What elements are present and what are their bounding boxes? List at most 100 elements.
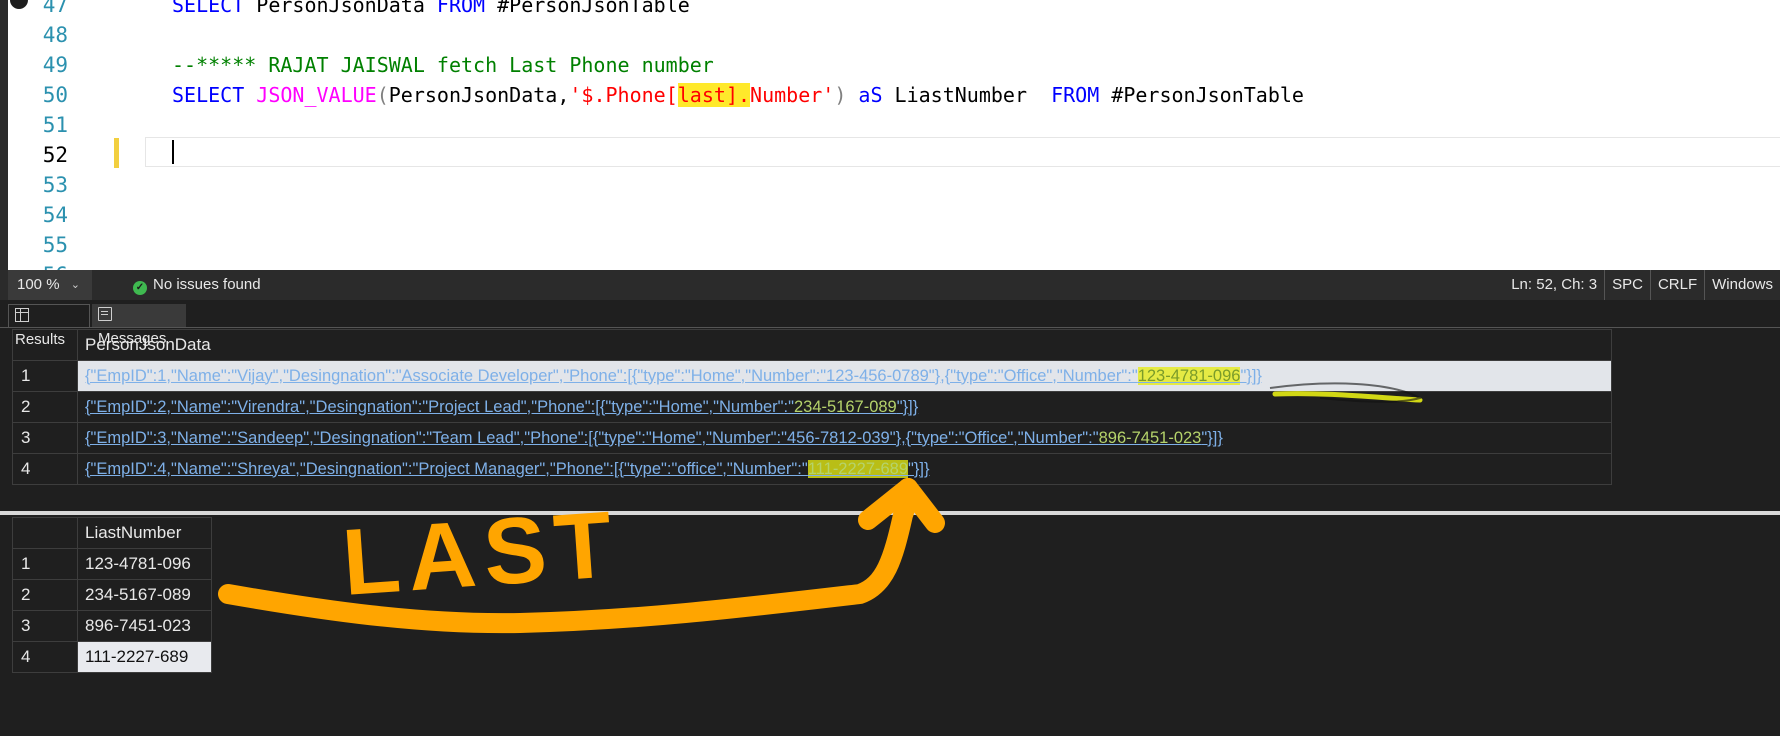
string-literal: ]. bbox=[725, 83, 751, 107]
line-number: 48 bbox=[42, 23, 68, 47]
chevron-down-icon: ⌄ bbox=[70, 279, 80, 291]
row-number[interactable]: 4 bbox=[12, 453, 78, 485]
zoom-value: 100 % bbox=[17, 276, 60, 293]
grid-header-row: PersonJsonData bbox=[12, 329, 1612, 361]
string-literal: '$.Phone[ bbox=[569, 83, 678, 107]
table-row[interactable]: 4 111-2227-689 bbox=[12, 641, 212, 673]
json-text: "}]} bbox=[896, 397, 919, 416]
paren: ( bbox=[376, 83, 389, 107]
identifier: PersonJsonData bbox=[244, 0, 437, 17]
results-grid-lastnumber: LiastNumber 1 123-4781-096 2 234-5167-08… bbox=[12, 517, 212, 673]
row-number[interactable]: 1 bbox=[12, 360, 78, 392]
line-number: 55 bbox=[42, 233, 68, 257]
row-header-corner bbox=[12, 517, 78, 549]
json-cell[interactable]: {"EmpID":1,"Name":"Vijay","Desingnation"… bbox=[77, 360, 1612, 392]
line-number: 54 bbox=[42, 203, 68, 227]
line-number-current: 52 bbox=[42, 143, 68, 167]
status-bar: 100 % ⌄ ✓ No issues found Ln: 52, Ch: 3 SPC… bbox=[0, 270, 1780, 300]
last-number: 234-5167-089 bbox=[793, 397, 897, 416]
zoom-dropdown[interactable]: 100 % ⌄ bbox=[8, 270, 92, 300]
json-text: {"EmpID":1,"Name":"Vijay","Desingnation"… bbox=[85, 366, 1138, 385]
comment: --***** RAJAT JAISWAL fetch Last Phone n… bbox=[172, 53, 714, 77]
string-literal: Number' bbox=[750, 83, 835, 107]
row-number[interactable]: 1 bbox=[12, 548, 78, 580]
json-cell[interactable]: {"EmpID":2,"Name":"Virendra","Desingnati… bbox=[77, 391, 1612, 423]
line-number: 56 bbox=[0, 260, 68, 270]
column-header[interactable]: LiastNumber bbox=[77, 517, 212, 549]
table-row[interactable]: 2 {"EmpID":2,"Name":"Virendra","Desingna… bbox=[12, 391, 1612, 423]
row-number[interactable]: 4 bbox=[12, 641, 78, 673]
check-circle-icon: ✓ bbox=[133, 281, 147, 295]
code-line-47[interactable]: SELECT PersonJsonData FROM #PersonJsonTa… bbox=[172, 0, 690, 20]
results-splitter[interactable] bbox=[0, 511, 1780, 515]
table-row[interactable]: 3 896-7451-023 bbox=[12, 610, 212, 642]
row-number[interactable]: 3 bbox=[12, 422, 78, 454]
last-number: 111-2227-689 bbox=[807, 459, 909, 478]
json-text: {"EmpID":2,"Name":"Virendra","Desingnati… bbox=[85, 397, 794, 416]
last-number: 896-7451-023 bbox=[1098, 428, 1202, 447]
line-number: 50 bbox=[42, 83, 68, 107]
row-header-corner bbox=[12, 329, 78, 361]
keyword: FROM bbox=[436, 0, 486, 17]
number-cell[interactable]: 896-7451-023 bbox=[77, 610, 212, 642]
keyword: FROM bbox=[1051, 83, 1100, 107]
table-row[interactable]: 3 {"EmpID":3,"Name":"Sandeep","Desingnat… bbox=[12, 422, 1612, 454]
json-text: {"EmpID":3,"Name":"Sandeep","Desingnatio… bbox=[85, 428, 1099, 447]
paren: ) bbox=[834, 83, 847, 107]
json-cell[interactable]: {"EmpID":4,"Name":"Shreya","Desingnation… bbox=[77, 453, 1612, 485]
keyword: SELECT bbox=[172, 0, 245, 17]
row-number[interactable]: 2 bbox=[12, 391, 78, 423]
row-number[interactable]: 2 bbox=[12, 579, 78, 611]
current-line-highlight bbox=[145, 137, 1780, 167]
last-number: 123-4781-096 bbox=[1137, 366, 1241, 385]
results-grid-json: PersonJsonData 1 {"EmpID":1,"Name":"Vija… bbox=[12, 329, 1612, 485]
spacing-mode[interactable]: SPC bbox=[1604, 270, 1650, 300]
table-row[interactable]: 1 {"EmpID":1,"Name":"Vijay","Desingnatio… bbox=[12, 360, 1612, 392]
line-number: 51 bbox=[42, 113, 68, 137]
json-text: {"EmpID":4,"Name":"Shreya","Desingnation… bbox=[85, 459, 808, 478]
tabs-divider bbox=[0, 327, 1780, 328]
sql-editor[interactable]: 47 48 49 50 51 52 53 54 55 56 SELECT Per… bbox=[0, 0, 1780, 270]
orange-arrow bbox=[218, 478, 945, 634]
row-number[interactable]: 3 bbox=[12, 610, 78, 642]
status-right: Ln: 52, Ch: 3 SPC CRLF Windows bbox=[1504, 270, 1780, 300]
table-row[interactable]: 4 {"EmpID":4,"Name":"Shreya","Desingnati… bbox=[12, 453, 1612, 485]
number-cell[interactable]: 234-5167-089 bbox=[77, 579, 212, 611]
line-number: 49 bbox=[42, 53, 68, 77]
table-row[interactable]: 2 234-5167-089 bbox=[12, 579, 212, 611]
json-text: "}]} bbox=[1201, 428, 1223, 447]
identifier: PersonJsonData, bbox=[388, 83, 570, 107]
function-name: JSON_VALUE bbox=[256, 83, 377, 107]
annotation-text: LAST bbox=[339, 491, 623, 615]
tab-results[interactable]: Results bbox=[8, 304, 90, 348]
number-cell[interactable]: 123-4781-096 bbox=[77, 548, 212, 580]
column-header[interactable]: PersonJsonData bbox=[77, 329, 1612, 361]
change-indicator bbox=[114, 138, 119, 168]
highlighted-last: last bbox=[677, 83, 726, 107]
table-name: #PersonJsonTable bbox=[485, 0, 690, 17]
messages-icon bbox=[98, 307, 112, 321]
line-ending[interactable]: CRLF bbox=[1649, 270, 1704, 300]
grid-icon bbox=[15, 308, 29, 322]
cursor-position[interactable]: Ln: 52, Ch: 3 bbox=[1504, 270, 1604, 300]
os-label[interactable]: Windows bbox=[1704, 270, 1780, 300]
alias: LiastNumber bbox=[882, 83, 1052, 107]
keyword: SELECT bbox=[172, 83, 245, 107]
table-row[interactable]: 1 123-4781-096 bbox=[12, 548, 212, 580]
issues-indicator[interactable]: ✓ No issues found bbox=[133, 270, 261, 300]
number-cell[interactable]: 111-2227-689 bbox=[77, 641, 212, 673]
issues-text: No issues found bbox=[153, 276, 261, 293]
text-cursor bbox=[172, 140, 174, 164]
table-name: #PersonJsonTable bbox=[1099, 83, 1304, 107]
line-number: 47 bbox=[42, 0, 68, 17]
tab-messages[interactable]: Messages bbox=[92, 304, 186, 347]
grid-header-row: LiastNumber bbox=[12, 517, 212, 549]
json-cell[interactable]: {"EmpID":3,"Name":"Sandeep","Desingnatio… bbox=[77, 422, 1612, 454]
keyword: aS bbox=[858, 83, 883, 107]
code-line-50[interactable]: SELECT JSON_VALUE(PersonJsonData,'$.Phon… bbox=[172, 80, 1304, 110]
json-text: "}]} bbox=[1240, 366, 1262, 385]
results-tabs: Results Messages bbox=[0, 300, 1780, 348]
json-text: "}]} bbox=[908, 459, 930, 478]
code-line-49[interactable]: --***** RAJAT JAISWAL fetch Last Phone n… bbox=[172, 50, 714, 80]
line-number: 53 bbox=[42, 173, 68, 197]
